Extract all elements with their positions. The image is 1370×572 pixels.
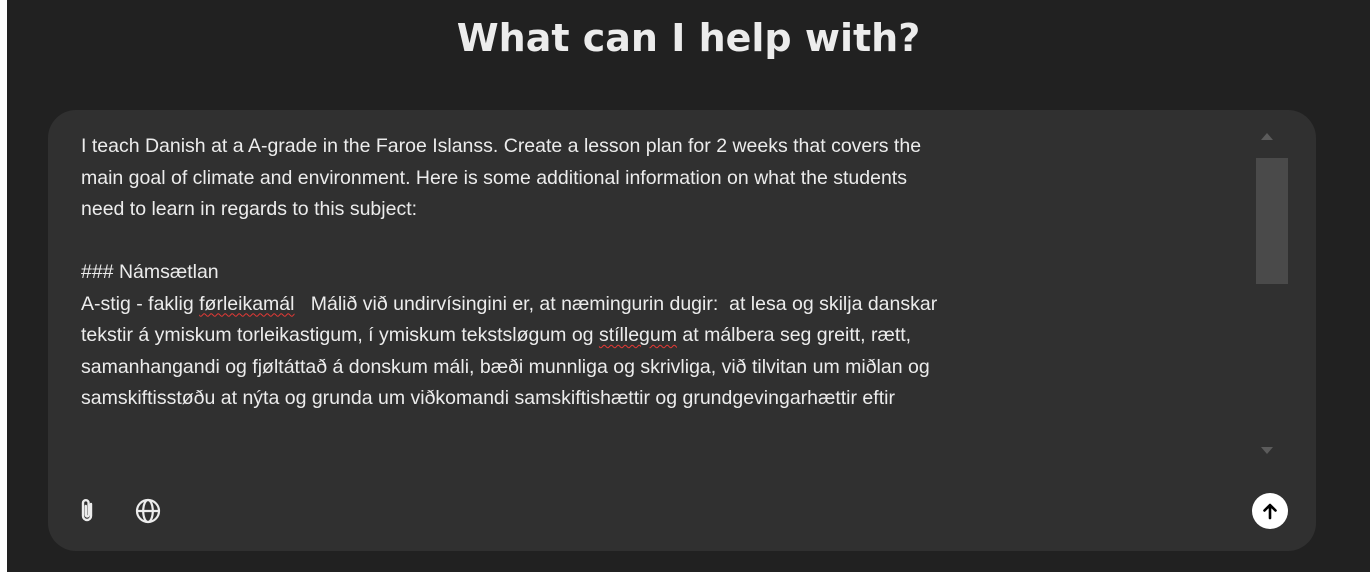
text-run: A-stig - faklig: [81, 292, 200, 315]
prompt-composer: I teach Danish at a A-grade in the Faroe…: [48, 110, 1316, 551]
prompt-textarea[interactable]: I teach Danish at a A-grade in the Faroe…: [81, 131, 1256, 471]
prompt-line: need to learn in regards to this subject…: [81, 198, 418, 220]
text-run: Málið við undirvísingini er, at næmingur…: [294, 292, 938, 315]
send-button[interactable]: [1252, 493, 1288, 529]
prompt-text[interactable]: I teach Danish at a A-grade in the Faroe…: [81, 131, 1256, 415]
globe-icon: [135, 498, 161, 524]
attach-button[interactable]: [69, 493, 105, 529]
scroll-down-arrow-icon[interactable]: [1261, 447, 1273, 454]
paperclip-icon: [81, 499, 93, 522]
prompt-line: samanhangandi og fjøltáttað á donskum má…: [81, 355, 930, 378]
prompt-line: I teach Danish at a A-grade in the Faroe…: [81, 135, 922, 157]
search-web-button[interactable]: [130, 493, 166, 529]
prompt-line: [81, 226, 1256, 258]
misspelled-word[interactable]: førleikamál: [199, 293, 294, 315]
prompt-line: tekstir á ymiskum torleikastigum, í ymis…: [81, 320, 1256, 352]
arrow-up-icon: [1263, 503, 1277, 520]
textarea-scrollbar[interactable]: [1250, 128, 1288, 468]
page-title: What can I help with?: [456, 16, 921, 60]
prompt-line: ### Námsætlan: [81, 261, 219, 283]
misspelled-word[interactable]: stíllegum: [599, 324, 677, 346]
scrollbar-thumb[interactable]: [1256, 158, 1288, 284]
text-run: at málbera seg greitt, rætt,: [676, 324, 912, 346]
scroll-up-arrow-icon[interactable]: [1261, 133, 1273, 140]
prompt-line: A-stig - faklig førleikamál Málið við un…: [81, 289, 1256, 321]
app-background: What can I help with? I teach Danish at …: [7, 0, 1370, 572]
prompt-line: samskiftisstøðu at nýta og grunda um við…: [81, 387, 895, 409]
prompt-line: main goal of climate and environment. He…: [81, 166, 907, 189]
text-run: tekstir á ymiskum torleikastigum, í ymis…: [81, 324, 599, 346]
